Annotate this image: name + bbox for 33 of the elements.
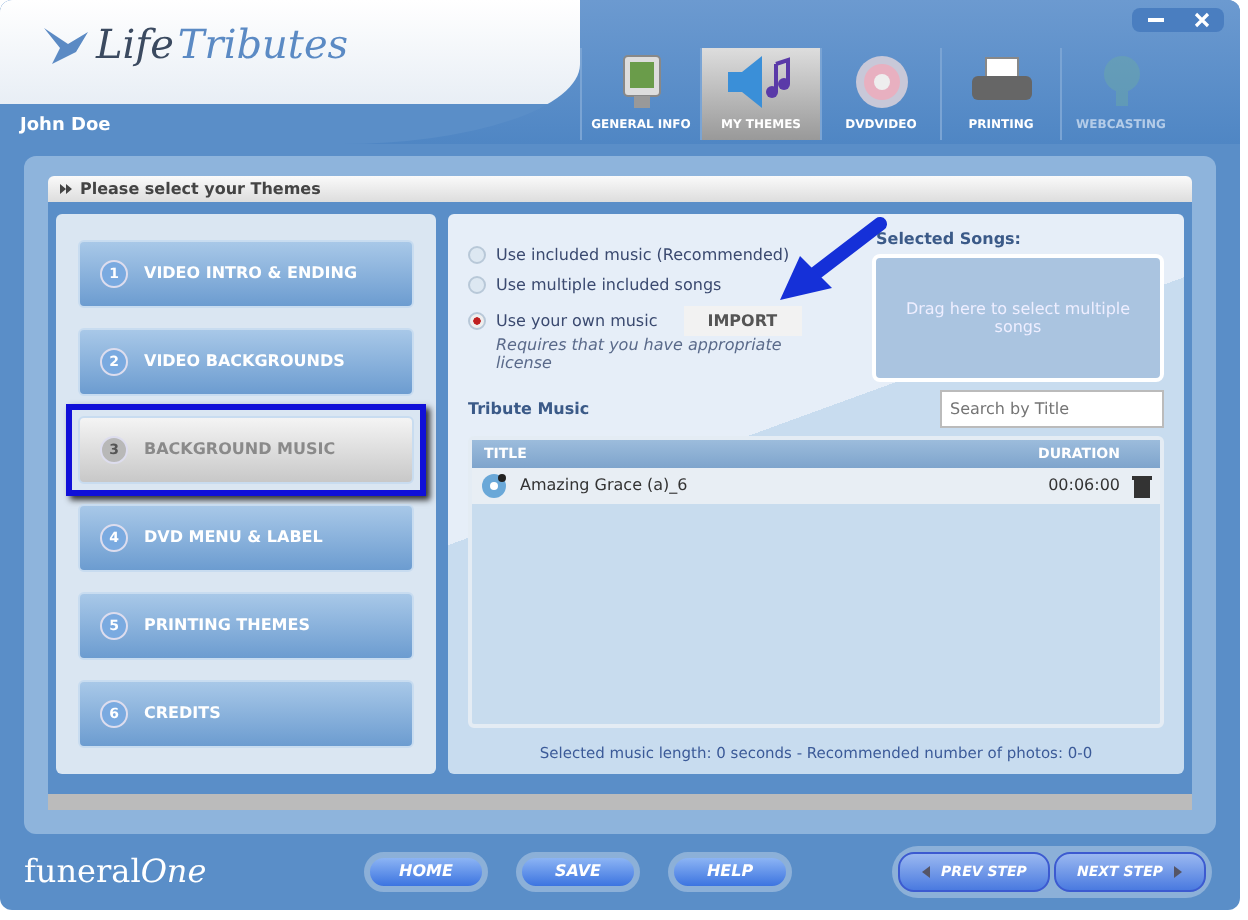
brand-name: Life <box>96 20 174 68</box>
drop-zone[interactable]: Drag here to select multiple songs <box>872 253 1164 381</box>
nav-button[interactable]: HELP <box>668 851 792 892</box>
right-triangle-icon <box>1174 865 1183 878</box>
disc-icon <box>851 52 911 112</box>
radio-button[interactable] <box>468 311 486 329</box>
minimize-icon[interactable] <box>1147 17 1163 23</box>
radio-button[interactable] <box>468 245 486 263</box>
tribute-music-title: Tribute Music <box>468 399 590 417</box>
double-chevron-icon <box>60 183 72 193</box>
radio-label: Use your own music <box>496 311 658 329</box>
radio-label: Use included music (Recommended) <box>496 245 790 263</box>
drop-hint: Drag here to select multiple songs <box>903 299 1133 335</box>
radio-label: Use multiple included songs <box>496 275 722 293</box>
trash-icon[interactable] <box>1132 473 1152 497</box>
song-duration: 00:06:00 <box>1048 476 1120 494</box>
left-triangle-icon <box>921 865 930 878</box>
selected-songs-title: Selected Songs: <box>874 229 1023 247</box>
panel-title: Please select your Themes <box>80 179 321 197</box>
radio-button[interactable] <box>468 275 486 293</box>
bird-logo-icon <box>40 24 92 68</box>
nav-button[interactable]: SAVE <box>516 851 640 892</box>
search-field[interactable]: Search by Title <box>940 389 1164 427</box>
brand-name-suffix: Tributes <box>177 20 349 68</box>
music-disc-icon <box>480 471 508 499</box>
close-icon[interactable] <box>1193 12 1209 28</box>
song-title: Amazing Grace (a)_6 <box>520 476 690 494</box>
footer-logo: funeralOne <box>24 852 209 891</box>
nav-button[interactable]: HOME <box>364 851 488 892</box>
import-button[interactable]: IMPORT <box>683 305 802 335</box>
music-row[interactable]: Amazing Grace (a)_6 00:06:00 <box>472 467 1160 503</box>
user-name: John Doe <box>20 115 113 135</box>
license-note: Requires that you have appropriate license <box>494 335 784 371</box>
